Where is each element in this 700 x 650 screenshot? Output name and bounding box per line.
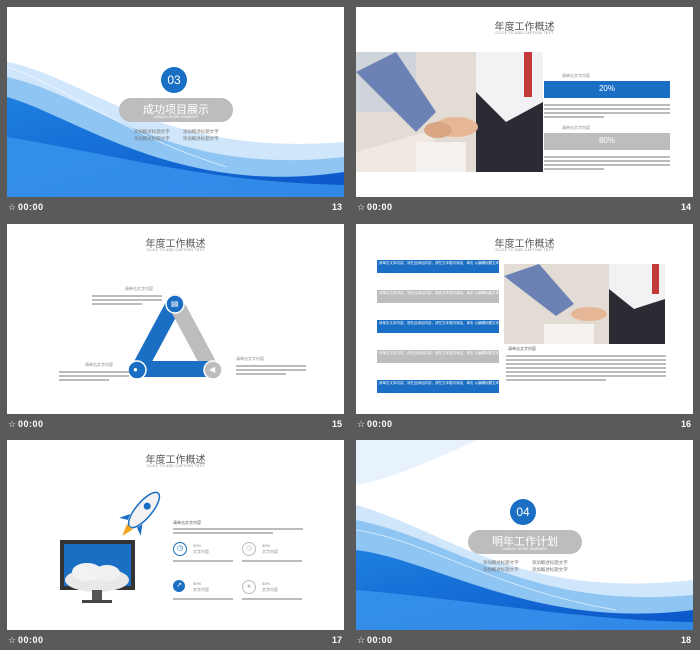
handshake-photo <box>504 264 665 344</box>
triangle-diagram <box>127 294 223 380</box>
stat-percent: 50% <box>262 543 271 548</box>
slide-subtitle: CLICK TO ADD CAPTION TEXT <box>495 31 554 35</box>
slide-number: 13 <box>331 202 342 212</box>
slide-thumb-14[interactable]: 年度工作概述 CLICK TO ADD CAPTION TEXT 请单击文字内容… <box>356 7 693 217</box>
label: 请单击文字内容 <box>85 362 113 367</box>
stat-percent: 50% <box>193 543 202 548</box>
rocket-illustration <box>60 491 161 603</box>
body-text <box>92 294 162 307</box>
slide-number: 15 <box>331 419 342 429</box>
slide-thumb-17[interactable]: 年度工作概述 CLICK TO ADD CAPTION TEXT 请单击文字内容 <box>7 440 344 650</box>
progress-value: 20% <box>598 84 615 93</box>
stat-label: 文字内容 <box>262 587 278 592</box>
slide-canvas: 年度工作概述 CLICK TO ADD CAPTION TEXT 请单击文本内容… <box>356 224 693 414</box>
label: 请单击文字内容 <box>125 286 153 291</box>
slide-canvas: 年度工作概述 CLICK TO ADD CAPTION TEXT ▤ ● ◀ 请… <box>7 224 344 414</box>
row-text: 请单击文本内容，请在此添加内容，请在文本框内添加，单击 以编辑标题文本 <box>379 261 499 265</box>
stat-item: ↗ 50% 文字内容 <box>173 580 233 604</box>
body-text <box>59 370 129 383</box>
slide-timing: 00:00 <box>367 419 393 429</box>
star-icon[interactable]: ☆ <box>8 419 16 430</box>
row-text: 请单击文本内容，请在此添加内容，请在文本框内添加，单击 以编辑标题文本 <box>379 351 499 355</box>
lightbulb-icon: ● <box>133 365 138 374</box>
caption-label: 请单击文字内容 <box>508 346 536 351</box>
bullet: · 添加概述标题文字 <box>529 560 568 565</box>
stat-percent: 50% <box>262 581 271 586</box>
slide-footer: ☆ 00:00 18 <box>356 633 693 649</box>
bullet: · 添加概述标题文字 <box>480 567 519 572</box>
slide-thumb-18[interactable]: 04 明年工作计划 ANNUAL WORK SUMMARY · 添加概述标题文字… <box>356 440 693 650</box>
slide-timing: 00:00 <box>18 419 44 429</box>
section-badge: 04 <box>510 499 536 525</box>
progress-value: 80% <box>598 136 615 145</box>
slide-timing: 00:00 <box>18 202 44 212</box>
slide-number: 17 <box>331 635 342 645</box>
slide-footer: ☆ 00:00 13 <box>7 200 344 216</box>
slide-footer: ☆ 00:00 17 <box>7 633 344 649</box>
alarm-clock-icon: ◷ <box>173 542 187 556</box>
star-icon[interactable]: ☆ <box>8 635 16 646</box>
slide-thumb-13[interactable]: 03 成功项目展示 ANNUAL WORK SUMMARY · 添加概述标题文字… <box>7 7 344 217</box>
slide-canvas: 03 成功项目展示 ANNUAL WORK SUMMARY · 添加概述标题文字… <box>7 7 344 197</box>
slide-thumb-16[interactable]: 年度工作概述 CLICK TO ADD CAPTION TEXT 请单击文本内容… <box>356 224 693 434</box>
slide-number: 18 <box>680 635 691 645</box>
slide-thumb-15[interactable]: 年度工作概述 CLICK TO ADD CAPTION TEXT ▤ ● ◀ 请… <box>7 224 344 434</box>
slide-footer: ☆ 00:00 14 <box>356 200 693 216</box>
label: 请单击文字内容 <box>562 73 590 78</box>
star-icon[interactable]: ☆ <box>357 202 365 213</box>
slide-timing: 00:00 <box>367 635 393 645</box>
bullet: · 添加概述标题文字 <box>529 567 568 572</box>
slide-subtitle: ANNUAL WORK SUMMARY <box>502 547 548 551</box>
bullet: · 添加概述标题文字 <box>180 129 219 134</box>
stat-item: ◷ 50% 文字内容 <box>242 542 302 566</box>
stat-label: 文字内容 <box>262 549 278 554</box>
stat-item: ◷ 50% 文字内容 <box>173 542 233 566</box>
star-icon[interactable]: ☆ <box>8 202 16 213</box>
slide-number: 16 <box>680 419 691 429</box>
body-text <box>544 103 670 120</box>
slide-footer: ☆ 00:00 16 <box>356 417 693 433</box>
stat-label: 文字内容 <box>193 549 209 554</box>
content-heading: 请单击文字内容 <box>173 520 201 525</box>
bullet: · 添加概述标题文字 <box>180 136 219 141</box>
row-text: 请单击文本内容，请在此添加内容，请在文本框内添加，单击 以编辑标题文本 <box>379 321 499 325</box>
slide-timing: 00:00 <box>367 202 393 212</box>
lightbulb-icon: ● <box>242 580 256 594</box>
body-text <box>173 527 303 536</box>
clock-icon: ◷ <box>242 542 256 556</box>
stat-percent: 50% <box>193 581 202 586</box>
slide-subtitle: CLICK TO ADD CAPTION TEXT <box>146 464 205 468</box>
stat-item: ● 50% 文字内容 <box>242 580 302 604</box>
slide-number: 14 <box>680 202 691 212</box>
slide-footer: ☆ 00:00 15 <box>7 417 344 433</box>
slide-subtitle: ANNUAL WORK SUMMARY <box>153 115 199 119</box>
body-text <box>506 354 666 383</box>
star-icon[interactable]: ☆ <box>357 419 365 430</box>
slide-canvas: 年度工作概述 CLICK TO ADD CAPTION TEXT 请单击文字内容 <box>7 440 344 630</box>
stat-label: 文字内容 <box>193 587 209 592</box>
bullet: · 添加概述标题文字 <box>131 136 170 141</box>
slide-canvas: 年度工作概述 CLICK TO ADD CAPTION TEXT 请单击文字内容… <box>356 7 693 197</box>
row-text: 请单击文本内容，请在此添加内容，请在文本框内添加，单击 以编辑标题文本 <box>379 291 499 295</box>
slide-timing: 00:00 <box>18 635 44 645</box>
body-text <box>544 155 670 172</box>
label: 请单击文字内容 <box>562 125 590 130</box>
bullet: · 添加概述标题文字 <box>131 129 170 134</box>
row-text: 请单击文本内容，请在此添加内容，请在文本框内添加，单击 以编辑标题文本 <box>379 381 499 385</box>
body-text <box>236 364 306 377</box>
bullet: · 添加概述标题文字 <box>480 560 519 565</box>
slide-subtitle: CLICK TO ADD CAPTION TEXT <box>495 248 554 252</box>
star-icon[interactable]: ☆ <box>357 635 365 646</box>
megaphone-icon: ◀ <box>209 365 216 374</box>
slide-canvas: 04 明年工作计划 ANNUAL WORK SUMMARY · 添加概述标题文字… <box>356 440 693 630</box>
label: 请单击文字内容 <box>236 356 264 361</box>
document-icon: ▤ <box>171 299 179 308</box>
chart-icon: ↗ <box>173 580 185 592</box>
handshake-photo <box>356 52 543 172</box>
section-badge: 03 <box>161 67 187 93</box>
